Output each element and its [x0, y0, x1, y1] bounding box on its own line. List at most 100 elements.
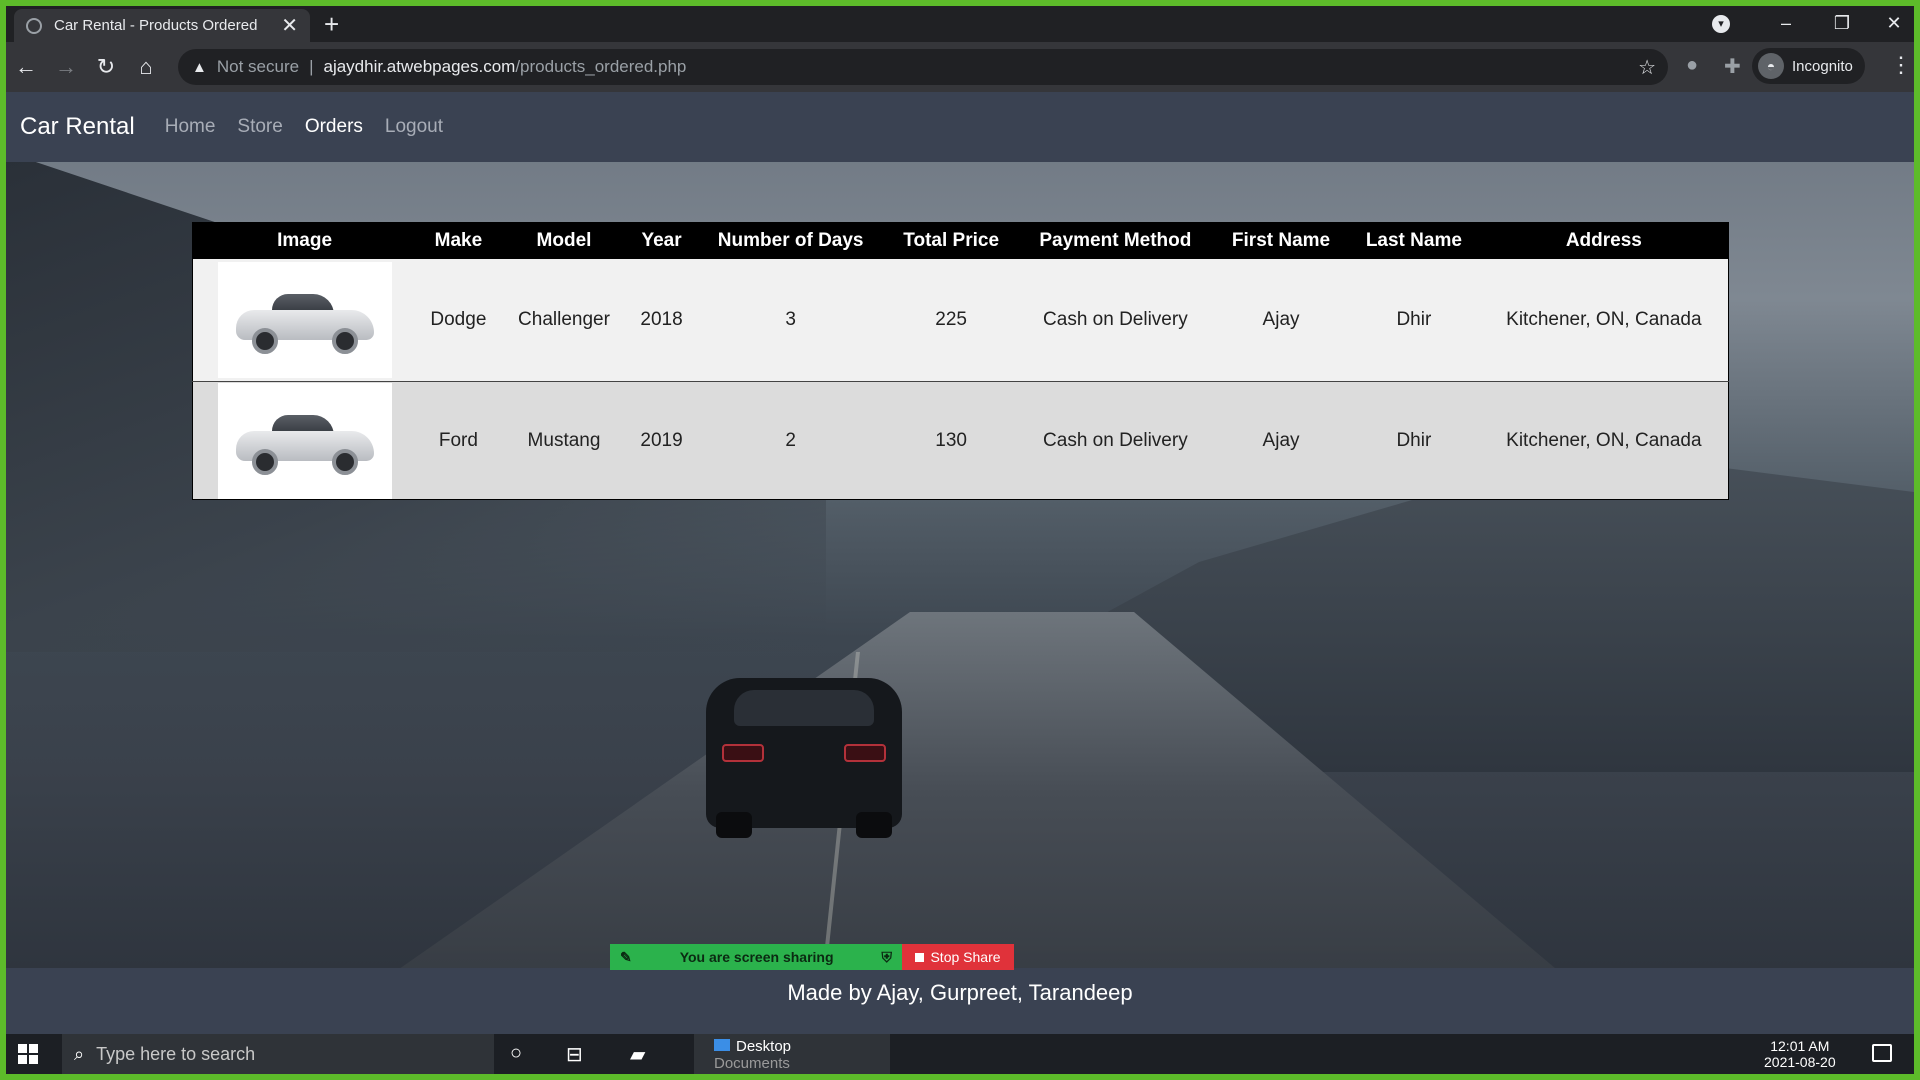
- background-car: [706, 678, 902, 838]
- nav-orders-link[interactable]: Orders: [305, 116, 363, 138]
- site-footer: Made by Ajay, Gurpreet, Tarandeep: [6, 968, 1914, 1034]
- clock-date: 2021-08-20: [1764, 1054, 1836, 1070]
- column-header: Last Name: [1348, 222, 1480, 259]
- car-image-ford-mustang: [217, 382, 392, 499]
- browser-tab[interactable]: Car Rental - Products Ordered ✕: [14, 9, 310, 42]
- car-tail-light: [722, 744, 764, 762]
- windows-start-icon[interactable]: [18, 1044, 38, 1064]
- column-header: Number of Days: [695, 222, 886, 259]
- column-header: Address: [1479, 222, 1729, 259]
- minimize-icon[interactable]: –: [1758, 8, 1814, 38]
- image-cell: [192, 381, 417, 500]
- make-cell: Dodge: [416, 258, 501, 382]
- nav-logout-link[interactable]: Logout: [385, 116, 443, 138]
- stop-square-icon: [915, 952, 925, 962]
- taskbar-app-label: Desktop: [736, 1038, 792, 1055]
- first-name-cell: Ajay: [1214, 381, 1349, 500]
- car-wheel: [716, 812, 752, 838]
- screen-share-frame: Car Rental - Products Ordered ✕ + ▾ – ❐ …: [6, 6, 1914, 1074]
- stop-share-label: Stop Share: [930, 949, 1001, 965]
- make-cell: Ford: [416, 381, 501, 500]
- tab-search-icon[interactable]: ▾: [1712, 15, 1730, 33]
- model-cell: Mustang: [500, 381, 628, 500]
- incognito-icon: ◓: [1758, 53, 1784, 79]
- cortana-icon[interactable]: ○: [510, 1042, 522, 1065]
- close-tab-icon[interactable]: ✕: [281, 13, 298, 38]
- screen-sharing-status: ✎ You are screen sharing ⛨: [610, 944, 902, 970]
- pin-icon[interactable]: ✎: [620, 949, 632, 966]
- reload-icon[interactable]: ↻: [86, 54, 126, 80]
- site-navbar: Car Rental Home Store Orders Logout: [6, 92, 1914, 162]
- first-name-cell: Ajay: [1214, 258, 1349, 382]
- new-tab-button[interactable]: +: [324, 10, 339, 38]
- column-header: Payment Method: [1016, 222, 1214, 259]
- days-cell: 3: [695, 258, 886, 382]
- footer-credits: Made by Ajay, Gurpreet, Tarandeep: [787, 980, 1133, 1005]
- table-row: Ford Mustang 2019 2 130 Cash on Delivery…: [192, 381, 1729, 500]
- last-name-cell: Dhir: [1348, 258, 1480, 382]
- table-header-row: Image Make Model Year Number of Days Tot…: [192, 222, 1729, 259]
- extension-icon[interactable]: ●: [1686, 54, 1698, 77]
- security-label: Not secure: [216, 57, 300, 76]
- screen-sharing-label: You are screen sharing: [679, 949, 834, 965]
- tab-title: Car Rental - Products Ordered: [54, 17, 258, 34]
- windows-taskbar: ⌕ Type here to search ○ ⊟ ▰ Desktop Docu…: [6, 1034, 1914, 1074]
- car-image-dodge-challenger: [217, 261, 392, 378]
- image-cell: [192, 258, 417, 382]
- column-header: Total Price: [885, 222, 1017, 259]
- bookmark-star-icon[interactable]: ☆: [1638, 55, 1656, 80]
- browser-menu-icon[interactable]: ⋮: [1890, 52, 1912, 78]
- table-row: Dodge Challenger 2018 3 225 Cash on Deli…: [192, 258, 1729, 382]
- taskbar-app-desktop[interactable]: Desktop Documents: [694, 1034, 890, 1074]
- column-header: Year: [627, 222, 696, 259]
- year-cell: 2018: [627, 258, 696, 382]
- incognito-profile-button[interactable]: ◓ Incognito: [1752, 48, 1865, 84]
- globe-icon: [26, 17, 42, 34]
- back-icon[interactable]: ←: [6, 54, 46, 80]
- address-cell: Kitchener, ON, Canada: [1479, 381, 1729, 500]
- car-photo: [235, 292, 374, 354]
- shield-icon: ⛨: [881, 948, 892, 965]
- column-header: Model: [500, 222, 628, 259]
- task-view-icon[interactable]: ⊟: [566, 1042, 583, 1067]
- car-rear-window: [734, 690, 874, 726]
- taskbar-search-box[interactable]: ⌕ Type here to search: [62, 1034, 494, 1074]
- warning-icon: ▲: [192, 58, 207, 76]
- puzzle-extensions-icon[interactable]: ✚: [1724, 54, 1741, 79]
- search-icon: ⌕: [74, 1043, 85, 1064]
- car-photo: [235, 413, 374, 475]
- screen-share-banner: ✎ You are screen sharing ⛨ Stop Share: [610, 944, 1014, 970]
- restore-icon[interactable]: ❐: [1814, 8, 1870, 38]
- price-cell: 130: [885, 381, 1017, 500]
- close-window-icon[interactable]: ✕: [1866, 8, 1914, 38]
- stop-share-button[interactable]: Stop Share: [902, 944, 1014, 970]
- home-icon[interactable]: ⌂: [126, 54, 166, 80]
- forward-icon[interactable]: →: [46, 54, 86, 80]
- address-cell: Kitchener, ON, Canada: [1479, 258, 1729, 382]
- taskbar-app-sublabel: Documents: [714, 1055, 790, 1072]
- taskbar-search-placeholder: Type here to search: [96, 1043, 256, 1064]
- nav-home-link[interactable]: Home: [165, 116, 216, 138]
- last-name-cell: Dhir: [1348, 381, 1480, 500]
- site-brand[interactable]: Car Rental: [20, 113, 135, 141]
- car-tail-light: [844, 744, 886, 762]
- days-cell: 2: [695, 381, 886, 500]
- column-header: Image: [192, 222, 417, 259]
- url-separator: |: [309, 57, 314, 76]
- nav-store-link[interactable]: Store: [237, 116, 282, 138]
- price-cell: 225: [885, 258, 1017, 382]
- remote-desktop-icon[interactable]: ▰: [630, 1042, 645, 1067]
- clock-time: 12:01 AM: [1770, 1038, 1830, 1054]
- orders-table: Image Make Model Year Number of Days Tot…: [192, 222, 1729, 500]
- browser-tab-strip: Car Rental - Products Ordered ✕ + ▾ – ❐ …: [6, 6, 1914, 42]
- year-cell: 2019: [627, 381, 696, 500]
- system-clock[interactable]: 12:01 AM 2021-08-20: [1764, 1038, 1836, 1070]
- notification-center-icon[interactable]: [1872, 1044, 1892, 1062]
- folder-icon: [714, 1039, 730, 1051]
- incognito-label: Incognito: [1792, 57, 1853, 75]
- column-header: First Name: [1214, 222, 1349, 259]
- payment-cell: Cash on Delivery: [1016, 258, 1214, 382]
- car-wheel: [856, 812, 892, 838]
- address-bar[interactable]: ▲ Not secure | ajaydhir.atwebpages.com /…: [178, 49, 1668, 85]
- url-host: ajaydhir.atwebpages.com: [323, 57, 516, 76]
